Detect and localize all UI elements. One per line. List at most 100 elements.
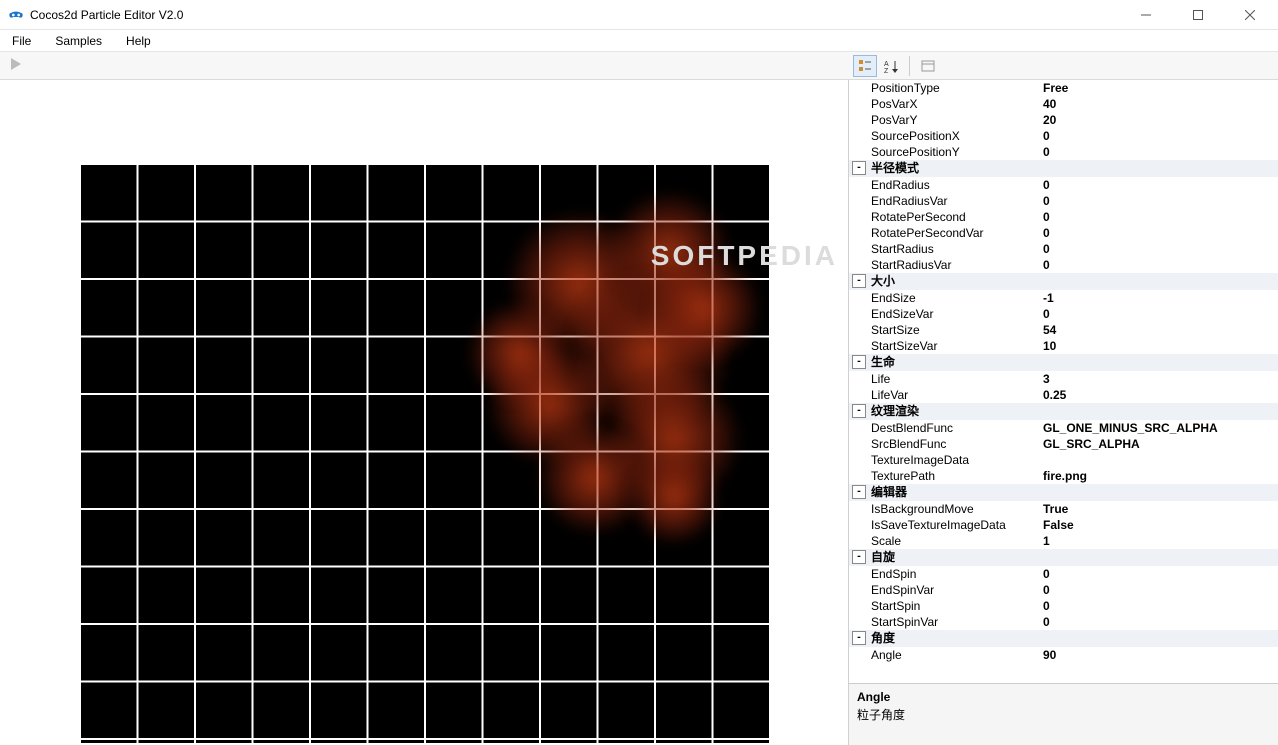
property-row[interactable]: PosVarY20	[849, 112, 1278, 128]
property-row[interactable]: RotatePerSecond0	[849, 209, 1278, 225]
property-value[interactable]: fire.png	[1039, 468, 1278, 484]
property-grid[interactable]: PositionTypeFreePosVarX40PosVarY20Source…	[849, 80, 1278, 683]
property-value[interactable]: 0	[1039, 566, 1278, 582]
property-category[interactable]: -半径模式	[849, 160, 1278, 177]
property-label: PosVarX	[849, 96, 1039, 112]
property-toolbar: AZ	[849, 52, 1278, 80]
property-value[interactable]: 20	[1039, 112, 1278, 128]
property-category[interactable]: -大小	[849, 273, 1278, 290]
property-value[interactable]: 1	[1039, 533, 1278, 549]
property-value[interactable]: 90	[1039, 647, 1278, 663]
property-value[interactable]: True	[1039, 501, 1278, 517]
property-value[interactable]: 0	[1039, 306, 1278, 322]
property-label: StartSpin	[849, 598, 1039, 614]
property-value[interactable]: 0	[1039, 193, 1278, 209]
property-row[interactable]: StartSizeVar10	[849, 338, 1278, 354]
particle-viewport[interactable]: SOFTPEDIA	[0, 80, 848, 745]
property-value[interactable]	[1039, 452, 1278, 468]
property-row[interactable]: SourcePositionY0	[849, 144, 1278, 160]
property-row[interactable]: EndSize-1	[849, 290, 1278, 306]
property-label: PosVarY	[849, 112, 1039, 128]
category-label: 生命	[869, 354, 895, 371]
property-value[interactable]: 0	[1039, 614, 1278, 630]
property-value[interactable]: 0	[1039, 241, 1278, 257]
property-label: Angle	[849, 647, 1039, 663]
property-row[interactable]: IsSaveTextureImageDataFalse	[849, 517, 1278, 533]
collapse-toggle-icon[interactable]: -	[852, 485, 866, 499]
svg-text:Z: Z	[884, 68, 889, 73]
property-row[interactable]: PositionTypeFree	[849, 80, 1278, 96]
property-value[interactable]: GL_SRC_ALPHA	[1039, 436, 1278, 452]
collapse-toggle-icon[interactable]: -	[852, 631, 866, 645]
property-label: SourcePositionX	[849, 128, 1039, 144]
collapse-toggle-icon[interactable]: -	[852, 355, 866, 369]
property-row[interactable]: EndRadius0	[849, 177, 1278, 193]
property-value[interactable]: 0.25	[1039, 387, 1278, 403]
property-row[interactable]: Life3	[849, 371, 1278, 387]
property-category[interactable]: -纹理渲染	[849, 403, 1278, 420]
property-value[interactable]: 0	[1039, 225, 1278, 241]
property-row[interactable]: SourcePositionX0	[849, 128, 1278, 144]
property-value[interactable]: -1	[1039, 290, 1278, 306]
property-label: SrcBlendFunc	[849, 436, 1039, 452]
property-row[interactable]: TexturePathfire.png	[849, 468, 1278, 484]
play-button[interactable]	[8, 56, 28, 76]
property-value[interactable]: 54	[1039, 322, 1278, 338]
property-value[interactable]: GL_ONE_MINUS_SRC_ALPHA	[1039, 420, 1278, 436]
property-row[interactable]: Scale1	[849, 533, 1278, 549]
property-value[interactable]: 0	[1039, 582, 1278, 598]
property-category[interactable]: -编辑器	[849, 484, 1278, 501]
property-row[interactable]: IsBackgroundMoveTrue	[849, 501, 1278, 517]
property-row[interactable]: SrcBlendFuncGL_SRC_ALPHA	[849, 436, 1278, 452]
property-row[interactable]: EndRadiusVar0	[849, 193, 1278, 209]
property-value[interactable]: 0	[1039, 144, 1278, 160]
property-row[interactable]: StartSpin0	[849, 598, 1278, 614]
property-value[interactable]: 0	[1039, 177, 1278, 193]
menubar: File Samples Help	[0, 30, 1278, 52]
property-row[interactable]: StartRadiusVar0	[849, 257, 1278, 273]
property-row[interactable]: EndSizeVar0	[849, 306, 1278, 322]
property-value[interactable]: 40	[1039, 96, 1278, 112]
property-value[interactable]: Free	[1039, 80, 1278, 96]
property-value[interactable]: 0	[1039, 257, 1278, 273]
property-row[interactable]: LifeVar0.25	[849, 387, 1278, 403]
property-row[interactable]: EndSpin0	[849, 566, 1278, 582]
close-button[interactable]	[1230, 1, 1270, 29]
property-row[interactable]: RotatePerSecondVar0	[849, 225, 1278, 241]
property-row[interactable]: StartRadius0	[849, 241, 1278, 257]
property-value[interactable]: 0	[1039, 209, 1278, 225]
collapse-toggle-icon[interactable]: -	[852, 550, 866, 564]
minimize-button[interactable]	[1126, 1, 1166, 29]
alphabetical-button[interactable]: AZ	[879, 55, 903, 77]
window-title: Cocos2d Particle Editor V2.0	[30, 8, 1126, 22]
property-category[interactable]: -角度	[849, 630, 1278, 647]
category-label: 半径模式	[869, 160, 919, 177]
categorized-button[interactable]	[853, 55, 877, 77]
property-value[interactable]: 0	[1039, 128, 1278, 144]
collapse-toggle-icon[interactable]: -	[852, 161, 866, 175]
menu-help[interactable]: Help	[122, 32, 155, 50]
property-pages-button[interactable]	[916, 55, 940, 77]
property-value[interactable]: 10	[1039, 338, 1278, 354]
property-value[interactable]: 0	[1039, 598, 1278, 614]
property-value[interactable]: False	[1039, 517, 1278, 533]
property-row[interactable]: EndSpinVar0	[849, 582, 1278, 598]
menu-samples[interactable]: Samples	[51, 32, 106, 50]
property-row[interactable]: TextureImageData	[849, 452, 1278, 468]
particle-canvas	[79, 163, 769, 743]
maximize-button[interactable]	[1178, 1, 1218, 29]
property-row[interactable]: PosVarX40	[849, 96, 1278, 112]
collapse-toggle-icon[interactable]: -	[852, 274, 866, 288]
property-category[interactable]: -自旋	[849, 549, 1278, 566]
property-row[interactable]: Angle90	[849, 647, 1278, 663]
property-row[interactable]: StartSize54	[849, 322, 1278, 338]
property-value[interactable]: 3	[1039, 371, 1278, 387]
property-row[interactable]: StartSpinVar0	[849, 614, 1278, 630]
property-label: EndSpinVar	[849, 582, 1039, 598]
property-row[interactable]: DestBlendFuncGL_ONE_MINUS_SRC_ALPHA	[849, 420, 1278, 436]
collapse-toggle-icon[interactable]: -	[852, 404, 866, 418]
menu-file[interactable]: File	[8, 32, 35, 50]
property-label: Life	[849, 371, 1039, 387]
app-icon	[8, 7, 24, 23]
property-category[interactable]: -生命	[849, 354, 1278, 371]
